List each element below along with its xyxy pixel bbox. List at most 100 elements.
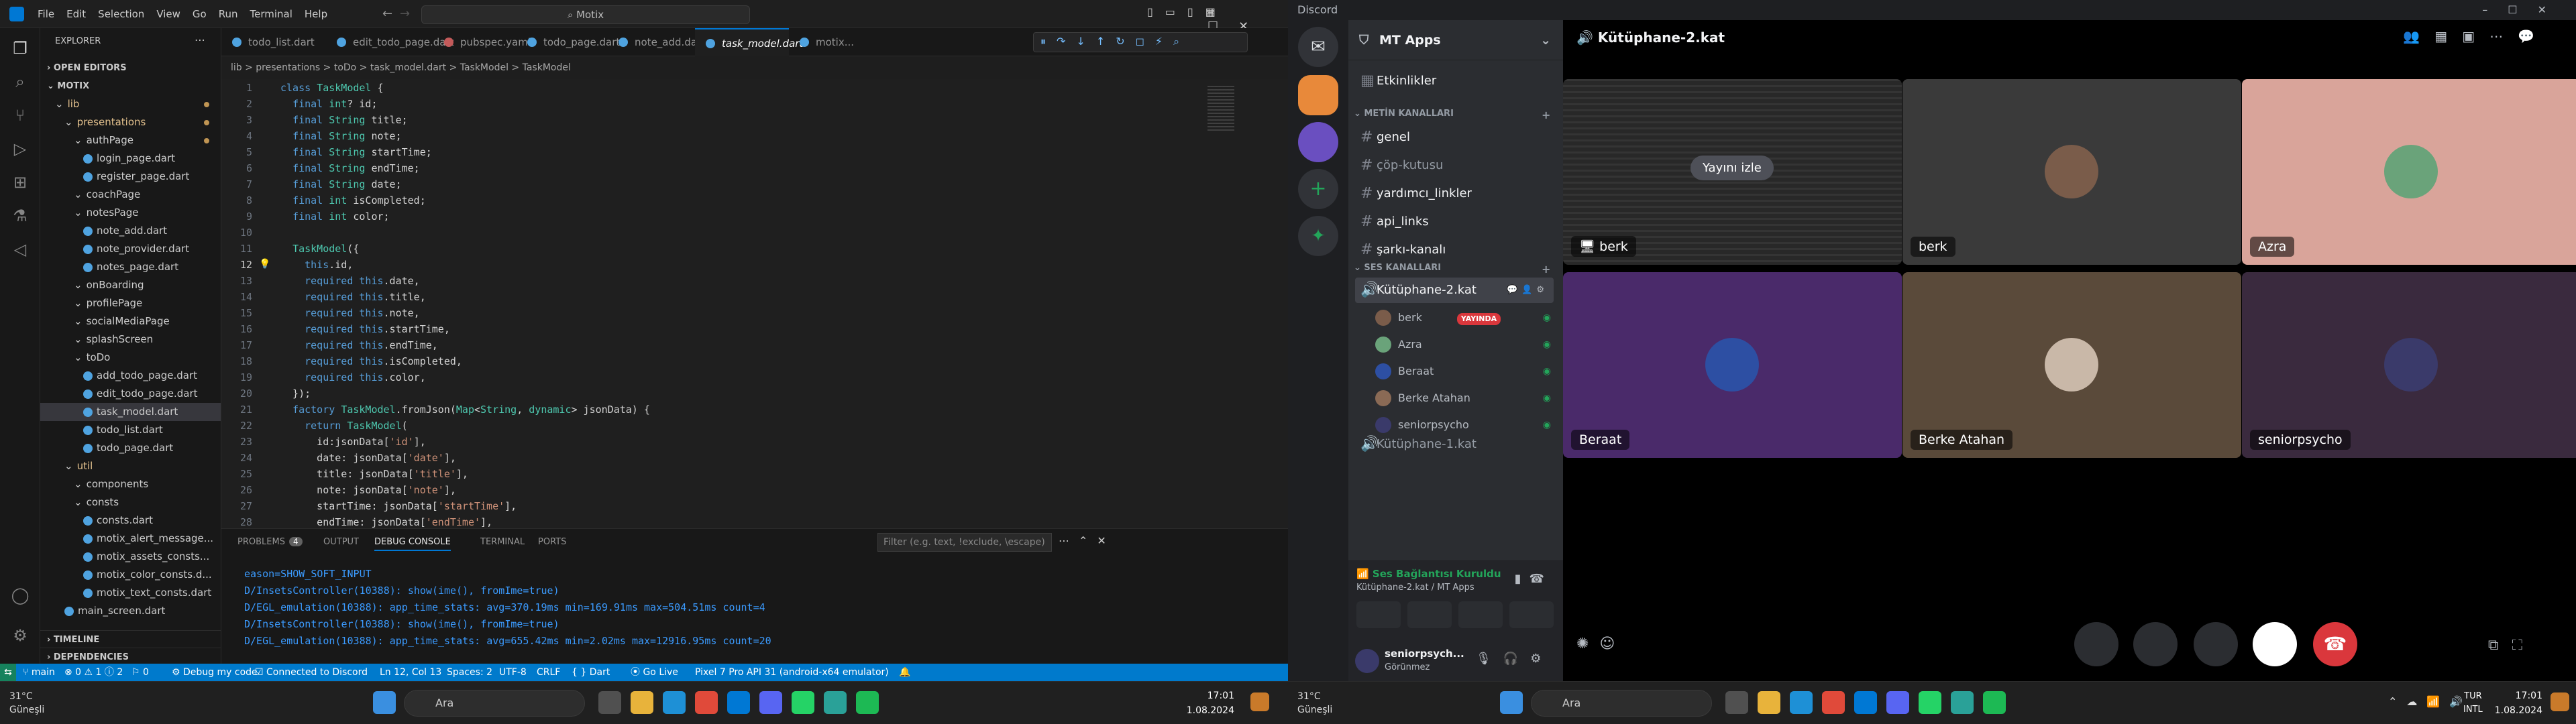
- tree-folder[interactable]: ⌄ components: [40, 475, 221, 493]
- whatsapp-icon[interactable]: [1919, 691, 1941, 714]
- tree-folder[interactable]: ⌄ profilePage: [40, 294, 221, 312]
- text-category[interactable]: ⌄ METİN KANALLARI +: [1354, 109, 1550, 121]
- dependencies-section[interactable]: › DEPENDENCIES: [40, 648, 221, 664]
- tree-file[interactable]: task_model.dart: [40, 403, 221, 421]
- app-icon[interactable]: [1951, 691, 1974, 714]
- spotify-icon[interactable]: [1983, 691, 2006, 714]
- taskbar-search[interactable]: Ara: [1531, 690, 1712, 717]
- remote-status-icon[interactable]: ⇆: [0, 664, 16, 681]
- explorer-icon[interactable]: ❐: [9, 38, 31, 59]
- project-section[interactable]: ⌄ MOTIX: [40, 77, 221, 95]
- account-icon[interactable]: ◯: [9, 585, 31, 606]
- server-icon[interactable]: [1298, 122, 1338, 162]
- text-channel[interactable]: # api_links: [1355, 209, 1554, 235]
- clock[interactable]: 17:01 1.08.2024: [2442, 688, 2542, 718]
- device-status[interactable]: Pixel 7 Pro API 31 (android-x64 emulator…: [695, 664, 889, 681]
- server-mt-apps-icon[interactable]: [1298, 75, 1338, 115]
- connection-sub[interactable]: Kütüphane-2.kat / MT Apps: [1356, 583, 1474, 593]
- debug-controls-icons[interactable]: ⏸↷↓↑↻◻⚡⌕: [1040, 35, 1190, 48]
- text-channel[interactable]: # yardımcı_linkler: [1355, 181, 1554, 206]
- panel-tab[interactable]: TERMINAL: [480, 537, 525, 547]
- tree-folder[interactable]: ⌄ socialMediaPage: [40, 312, 221, 330]
- vscode-taskbar-icon[interactable]: [727, 691, 750, 714]
- text-channel[interactable]: # çöp-kutusu: [1355, 153, 1554, 178]
- text-channel[interactable]: # genel: [1355, 125, 1554, 150]
- menu-item[interactable]: Terminal: [250, 0, 292, 28]
- language-mode[interactable]: { } Dart: [572, 664, 610, 681]
- console-filter-input[interactable]: Filter (e.g. text, !exclude, \escape): [877, 533, 1052, 552]
- menu-item[interactable]: Go: [193, 0, 207, 28]
- chrome-icon[interactable]: [695, 691, 718, 714]
- tree-file[interactable]: edit_todo_page.dart: [40, 385, 221, 403]
- camera-off-button[interactable]: [1356, 601, 1401, 628]
- file-explorer-icon[interactable]: [1758, 691, 1780, 714]
- voice-user[interactable]: Beraat ◉: [1375, 359, 1554, 383]
- activity-control[interactable]: [2133, 622, 2178, 666]
- camera-off-control[interactable]: [2074, 622, 2118, 666]
- leave-call-button[interactable]: ☎: [2313, 622, 2357, 666]
- code-editor[interactable]: 1 class TaskModel {2 final int? id; 3 fina…: [221, 79, 1288, 528]
- voice-channel-2[interactable]: 🔊 Kütüphane-1.kat: [1355, 432, 1554, 457]
- menu-item[interactable]: Run: [219, 0, 238, 28]
- branch-status[interactable]: ⑂ main: [23, 664, 55, 681]
- nav-forward-icon[interactable]: →: [400, 7, 410, 21]
- tree-folder[interactable]: ⌄ onBoarding: [40, 276, 221, 294]
- minimap[interactable]: [1201, 79, 1275, 528]
- tree-file[interactable]: note_add.dart: [40, 222, 221, 240]
- panel-tab[interactable]: DEBUG CONSOLE: [374, 537, 451, 551]
- mic-headset-settings-icons[interactable]: 🎙🎧⚙: [1476, 652, 1553, 666]
- tree-file[interactable]: note_provider.dart: [40, 240, 221, 258]
- editor-tab[interactable]: note_add.dart: [608, 28, 705, 56]
- tree-folder[interactable]: ⌄ lib: [40, 95, 221, 113]
- video-tile[interactable]: seniorpsycho: [2242, 272, 2576, 458]
- breadcrumb[interactable]: lib > presentations > toDo > task_model.…: [221, 56, 1288, 79]
- panel-tab[interactable]: OUTPUT: [323, 537, 359, 547]
- edge-icon[interactable]: [1790, 691, 1813, 714]
- add-channel-icon[interactable]: +: [1542, 109, 1550, 121]
- editor-tab[interactable]: pubspec.yaml: [433, 28, 531, 56]
- tree-file[interactable]: motix_text_consts.dart: [40, 584, 221, 602]
- editor-tab[interactable]: edit_todo_page.dart: [326, 28, 454, 56]
- whatsapp-icon[interactable]: [792, 691, 814, 714]
- add-server-icon[interactable]: +: [1298, 169, 1338, 209]
- run-debug-icon[interactable]: ▷: [9, 138, 31, 160]
- lightbulb-icon[interactable]: 💡: [259, 259, 270, 269]
- debug-toolbar[interactable]: ⏸↷↓↑↻◻⚡⌕: [1033, 32, 1248, 52]
- tree-folder[interactable]: ⌄ consts: [40, 493, 221, 511]
- editor-tab[interactable]: todo_page.dart: [517, 28, 620, 56]
- tree-file[interactable]: login_page.dart: [40, 149, 221, 168]
- menu-item[interactable]: File: [38, 0, 54, 28]
- task-view-icon[interactable]: [598, 691, 621, 714]
- soundboard-button[interactable]: [1509, 601, 1554, 628]
- editor-tab[interactable]: todo_list.dart: [221, 28, 326, 56]
- ports-status[interactable]: ⚐ 0: [131, 664, 149, 681]
- notifications-icon[interactable]: 🔔: [899, 664, 910, 681]
- remote-icon[interactable]: ◁: [9, 239, 31, 260]
- editor-tab[interactable]: task_model.dart: [695, 28, 803, 56]
- tree-file[interactable]: consts.dart: [40, 511, 221, 530]
- command-center[interactable]: ⌕ Motix: [421, 5, 750, 24]
- explore-icon[interactable]: ✦: [1298, 216, 1338, 256]
- screen-share-button[interactable]: [1407, 601, 1452, 628]
- start-icon[interactable]: [373, 691, 396, 714]
- open-editors-section[interactable]: › OPEN EDITORS: [40, 59, 221, 77]
- encoding[interactable]: UTF-8: [499, 664, 527, 681]
- chrome-icon[interactable]: [1822, 691, 1845, 714]
- clock[interactable]: 17:01 1.08.2024: [1154, 688, 1234, 718]
- start-icon[interactable]: [1500, 691, 1523, 714]
- window-controls[interactable]: –☐✕: [2482, 0, 2567, 20]
- tree-file[interactable]: notes_page.dart: [40, 258, 221, 276]
- disconnect-icon[interactable]: ▮☎: [1515, 572, 1552, 586]
- add-voice-channel-icon[interactable]: +: [1542, 263, 1550, 276]
- file-explorer-icon[interactable]: [631, 691, 653, 714]
- stream-control[interactable]: [2194, 622, 2238, 666]
- notification-center-icon[interactable]: [2551, 692, 2569, 711]
- watch-stream-button[interactable]: Yayını izle: [1690, 156, 1774, 180]
- discord-taskbar-icon[interactable]: [759, 691, 782, 714]
- voice-user[interactable]: Azra ◉: [1375, 333, 1554, 357]
- tree-file[interactable]: motix_color_consts.d...: [40, 566, 221, 584]
- indentation[interactable]: Spaces: 2: [447, 664, 492, 681]
- events-item[interactable]: ▦ Etkinlikler: [1355, 68, 1554, 94]
- timeline-section[interactable]: › TIMELINE: [40, 630, 221, 648]
- effects-icons[interactable]: ✺☺: [1576, 636, 1625, 652]
